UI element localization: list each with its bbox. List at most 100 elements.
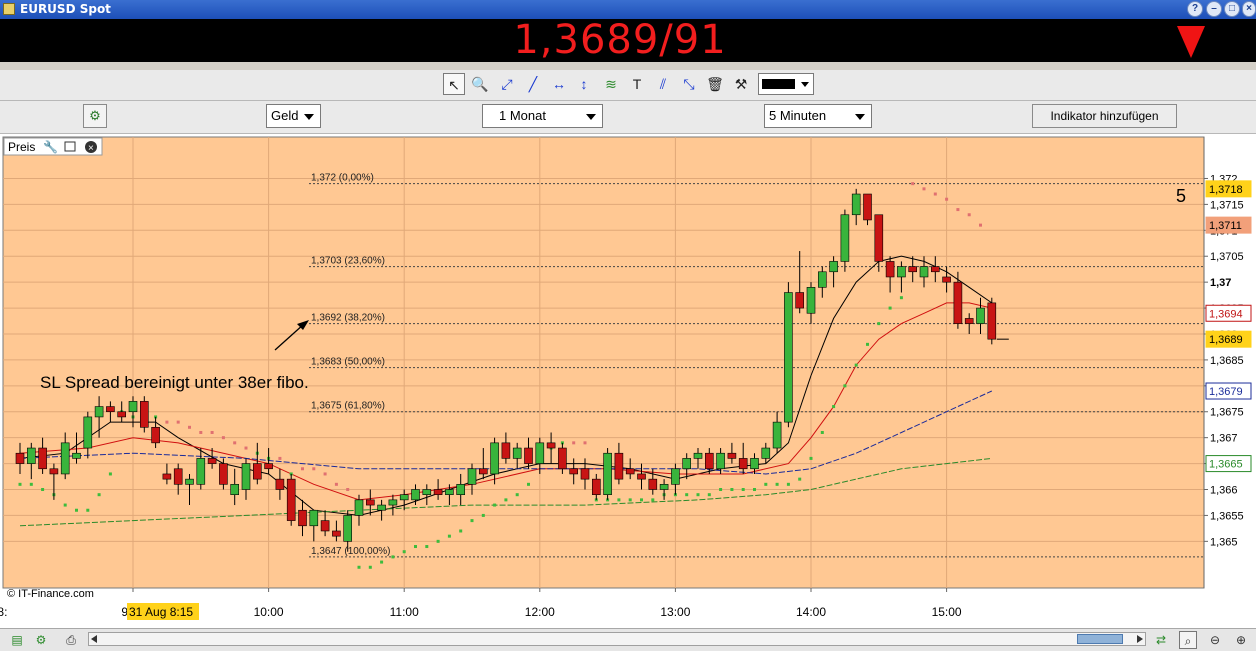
channel-tool-icon[interactable]: ⫽ bbox=[652, 73, 674, 95]
sar-dot bbox=[866, 342, 869, 346]
zoom-in-icon[interactable]: ⊕ bbox=[1232, 631, 1250, 649]
candle-body bbox=[750, 458, 759, 470]
trendline-tool-icon[interactable]: ⤢ bbox=[496, 73, 518, 95]
zoom-fit-icon[interactable]: ⌕ bbox=[1179, 631, 1197, 649]
candle-body bbox=[829, 261, 838, 273]
fib-label: 1,3692 (38,20%) bbox=[311, 313, 385, 324]
horizontal-scrollbar[interactable] bbox=[88, 632, 1146, 646]
sar-dot bbox=[741, 488, 745, 492]
candle-body bbox=[467, 468, 477, 485]
help-icon[interactable]: ? bbox=[1187, 1, 1203, 17]
line-color-select[interactable] bbox=[758, 73, 814, 95]
sar-dot bbox=[493, 503, 497, 507]
horizontal-line-tool-icon[interactable]: ↔ bbox=[548, 73, 570, 95]
chart-area[interactable]: 1,372 (0,00%) 1,3703 (23,60%) 1,3692 (38,2… bbox=[0, 134, 1256, 628]
candle-body bbox=[964, 318, 974, 324]
candle-body bbox=[478, 468, 488, 475]
candle-body bbox=[399, 494, 409, 501]
drawing-toolbar: ↖ 🔍 ⤢ ╱ ↔ ↕ ≋ T ⫽ ⤡ 🗑 ⚒ bbox=[0, 70, 1256, 101]
candle-body bbox=[930, 266, 940, 273]
scroll-left-icon[interactable] bbox=[91, 635, 97, 643]
panel-label: Preis bbox=[8, 140, 35, 154]
sar-dot bbox=[832, 405, 836, 409]
zoom-tool-icon[interactable]: 🔍 bbox=[469, 73, 491, 95]
candle-body bbox=[106, 406, 115, 413]
candle-body bbox=[524, 447, 533, 464]
arrow-tool-icon[interactable]: ⤡ bbox=[678, 73, 700, 95]
sar-dot bbox=[933, 192, 937, 196]
sar-dot bbox=[29, 482, 33, 486]
sar-dot bbox=[583, 441, 587, 445]
candle-body bbox=[343, 515, 353, 542]
candle-body bbox=[716, 452, 725, 470]
candle-body bbox=[83, 416, 93, 449]
fibonacci-tool-icon[interactable]: ≋ bbox=[600, 73, 622, 95]
candle-body bbox=[897, 266, 906, 278]
candle-body bbox=[874, 214, 884, 262]
period-select[interactable]: 1 Monat bbox=[482, 104, 603, 128]
sar-dot bbox=[278, 456, 282, 460]
candle-body bbox=[196, 458, 206, 485]
minimize-icon[interactable]: – bbox=[1206, 1, 1222, 17]
sar-dot bbox=[301, 467, 304, 471]
candle-body bbox=[671, 468, 680, 485]
watermark: © IT-Finance.com bbox=[7, 588, 94, 600]
candle-body bbox=[908, 266, 918, 273]
candle-body bbox=[60, 442, 70, 475]
add-indicator-button[interactable]: Indikator hinzufügen bbox=[1032, 104, 1177, 128]
candle-body bbox=[603, 452, 612, 495]
candle-body bbox=[501, 442, 511, 459]
tools-icon[interactable]: ⚒ bbox=[730, 73, 752, 95]
wrench-icon[interactable]: 🔧 bbox=[43, 139, 58, 154]
candle-body bbox=[885, 261, 895, 278]
price-type-select[interactable]: Geld bbox=[266, 104, 321, 128]
settings-toolbar: ⚙ Geld 1 Monat 5 Minuten Indikator hinzu… bbox=[0, 101, 1256, 134]
scroll-right-icon[interactable] bbox=[1137, 635, 1143, 643]
candle-body bbox=[411, 489, 420, 501]
bar-chart-icon[interactable]: ▤ bbox=[8, 631, 26, 649]
fib-label: 1,3647 (100,00%) bbox=[311, 546, 391, 557]
sar-dot bbox=[459, 529, 463, 533]
sar-dot bbox=[210, 430, 214, 434]
close-icon[interactable]: × bbox=[1242, 1, 1256, 17]
app-icon bbox=[3, 3, 15, 15]
fit-chart-icon[interactable]: ⇄ bbox=[1152, 631, 1170, 649]
sar-dot bbox=[685, 493, 689, 497]
candle-body bbox=[648, 478, 658, 490]
interval-select[interactable]: 5 Minuten bbox=[764, 104, 872, 128]
chevron-down-icon bbox=[586, 114, 596, 120]
y-tick-label: 1,367 bbox=[1210, 433, 1238, 445]
candle-body bbox=[241, 463, 251, 490]
candle-body bbox=[727, 452, 737, 459]
candle-body bbox=[614, 452, 624, 480]
trash-icon[interactable]: 🗑 bbox=[704, 73, 726, 95]
annotation-text[interactable]: SL Spread bereinigt unter 38er fibo. bbox=[40, 373, 309, 392]
sar-dot bbox=[402, 550, 406, 554]
zoom-out-icon[interactable]: ⊖ bbox=[1206, 631, 1224, 649]
maximize-icon[interactable]: □ bbox=[1224, 1, 1240, 17]
pointer-tool-icon[interactable]: ↖ bbox=[443, 73, 465, 95]
sar-dot bbox=[425, 545, 429, 549]
sar-dot bbox=[809, 456, 813, 460]
x-tick-label: 13:00 bbox=[660, 605, 690, 619]
candle-body bbox=[49, 468, 59, 475]
corner-number: 5 bbox=[1176, 186, 1186, 206]
sar-dot bbox=[911, 182, 915, 186]
candle-body bbox=[535, 442, 545, 464]
chart-tools-icon[interactable]: ⚙ bbox=[32, 631, 50, 649]
text-tool-icon[interactable]: T bbox=[626, 73, 648, 95]
line-tool-icon[interactable]: ╱ bbox=[522, 73, 544, 95]
candle-body bbox=[445, 489, 454, 495]
scroll-thumb[interactable] bbox=[1077, 634, 1123, 644]
candle-body bbox=[365, 499, 375, 506]
price-badge-label: 1,3718 bbox=[1209, 184, 1243, 196]
candle-body bbox=[569, 468, 579, 475]
fib-label: 1,372 (0,00%) bbox=[311, 173, 374, 184]
sar-dot bbox=[956, 208, 960, 212]
price-chart[interactable]: 1,372 (0,00%) 1,3703 (23,60%) 1,3692 (38,2… bbox=[0, 134, 1256, 628]
period-value: 1 Monat bbox=[499, 108, 546, 123]
vertical-line-tool-icon[interactable]: ↕ bbox=[573, 73, 595, 95]
chart-settings-icon[interactable]: ⚙ bbox=[83, 104, 107, 128]
candle-body bbox=[851, 193, 861, 216]
print-icon[interactable]: ⎙ bbox=[62, 631, 80, 649]
